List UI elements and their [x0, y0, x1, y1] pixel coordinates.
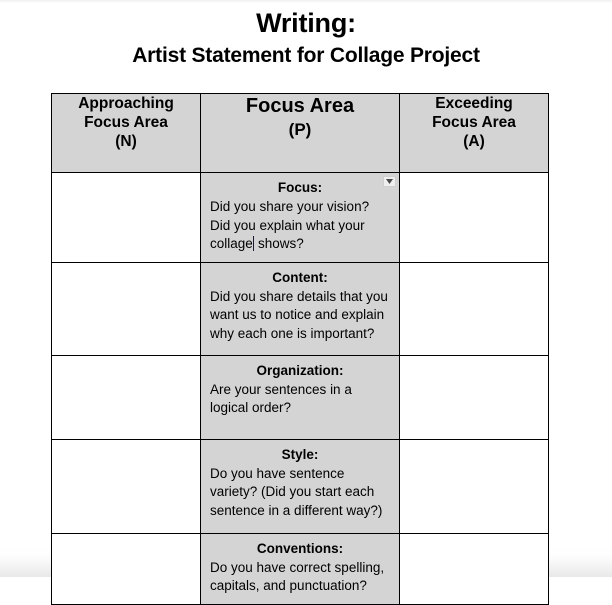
header-line-2: Focus Area: [84, 114, 168, 131]
title-primary: Writing:: [256, 8, 356, 38]
table-row: Focus: Did you share your vision? Did yo…: [51, 172, 549, 263]
header-line-1: Focus Area: [245, 95, 355, 117]
header-line-3: (N): [115, 133, 137, 150]
header-line-2: Focus Area: [432, 114, 516, 131]
page-title: Writing: Artist Statement for Collage Pr…: [0, 6, 612, 70]
criteria-title: Style:: [281, 446, 319, 462]
cell-criteria-conventions[interactable]: Conventions: Do you have correct spellin…: [200, 532, 400, 605]
cell-approaching-style[interactable]: [51, 438, 201, 534]
criteria-body-text-tail: shows?: [254, 236, 304, 251]
cell-criteria-organization[interactable]: Organization: Are your sentences in a lo…: [200, 354, 400, 440]
cell-approaching-focus[interactable]: [51, 172, 201, 263]
title-secondary: Artist Statement for Collage Project: [132, 44, 480, 67]
criteria-body: Do you have correct spelling, capitals, …: [210, 559, 385, 594]
table-row: Organization: Are your sentences in a lo…: [51, 354, 549, 440]
cell-criteria-style[interactable]: Style: Do you have sentence variety? (Di…: [200, 438, 400, 534]
table-row: Style: Do you have sentence variety? (Di…: [51, 438, 549, 534]
criteria-body: Are your sentences in a logical order?: [210, 381, 352, 416]
table-header-row: Approaching Focus Area (N) Focus Area (P…: [51, 93, 549, 173]
criteria-body: Do you have sentence variety? (Did you s…: [210, 465, 383, 518]
cell-criteria-content[interactable]: Content: Did you share details that you …: [200, 261, 400, 356]
cell-exceeding-style[interactable]: [399, 438, 549, 534]
column-header-approaching: Approaching Focus Area (N): [51, 93, 201, 173]
cell-criteria-focus[interactable]: Focus: Did you share your vision? Did yo…: [200, 172, 400, 263]
criteria-body: Did you share your vision? Did you expla…: [210, 198, 390, 254]
rubric-table: Approaching Focus Area (N) Focus Area (P…: [51, 93, 549, 605]
document-page: Writing: Artist Statement for Collage Pr…: [0, 0, 612, 605]
cell-exceeding-organization[interactable]: [399, 354, 549, 440]
table-row: Conventions: Do you have correct spellin…: [51, 532, 549, 605]
cell-exceeding-content[interactable]: [399, 261, 549, 356]
header-line-1: Approaching: [78, 95, 174, 112]
column-header-focus-area: Focus Area (P): [200, 93, 400, 173]
cell-exceeding-conventions[interactable]: [399, 532, 549, 605]
criteria-title: Conventions:: [256, 540, 344, 556]
header-line-1: Exceeding: [435, 95, 513, 112]
page-top-edge: [0, 0, 612, 3]
criteria-body: Did you share details that you want us t…: [210, 288, 388, 341]
header-line-3: (A): [463, 133, 485, 150]
chevron-down-icon[interactable]: [383, 176, 396, 187]
table-row: Content: Did you share details that you …: [51, 261, 549, 356]
cell-approaching-conventions[interactable]: [51, 532, 201, 605]
criteria-title: Organization:: [256, 362, 344, 378]
cell-approaching-content[interactable]: [51, 261, 201, 356]
header-line-2: (P): [288, 120, 312, 139]
cell-approaching-organization[interactable]: [51, 354, 201, 440]
column-header-exceeding: Exceeding Focus Area (A): [399, 93, 549, 173]
cell-exceeding-focus[interactable]: [399, 172, 549, 263]
criteria-title: Focus:: [277, 180, 323, 195]
criteria-title: Content:: [272, 269, 328, 285]
